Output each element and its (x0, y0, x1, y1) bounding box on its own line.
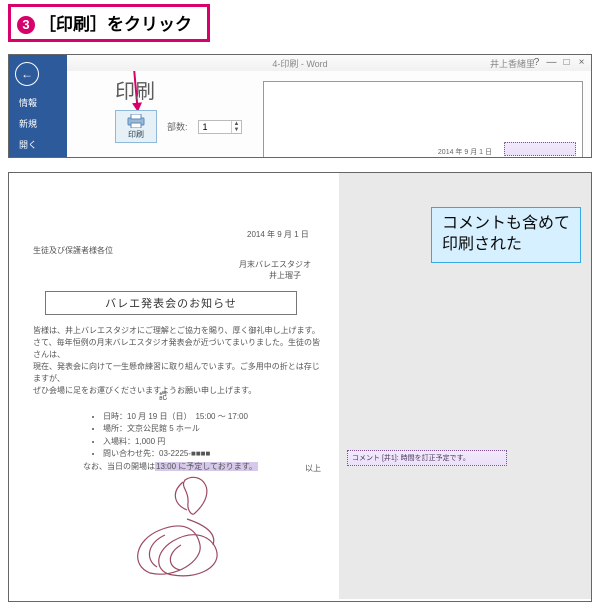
backstage-preview: 2014 年 9 月 1 日 (263, 81, 583, 158)
doc-record-item: 入場料：1,000 円 (103, 436, 258, 448)
doc-body-line: ぜひ会場に足をお運びくださいますようお願い申し上げます。 (33, 385, 323, 397)
result-note-line1: コメントも含めて (442, 214, 570, 235)
doc-record-highlight-line: なお、当日の開場は13:00 に予定しております。 (83, 461, 258, 473)
sidebar-item-new[interactable]: 新規 (9, 113, 67, 134)
print-button-label: 印刷 (118, 129, 154, 140)
doc-title: バレエ発表会のお知らせ (45, 291, 297, 315)
window-title: 4-印刷 - Word (272, 57, 327, 70)
doc-body-line: 皆様は、井上バレエスタジオにご理解とご協力を賜り、厚く御礼申し上げます。 (33, 325, 323, 337)
doc-record-item: 場所：文京公民館 5 ホール (103, 423, 258, 435)
help-icon[interactable]: ? (531, 57, 542, 68)
doc-body-line: さて、毎年恒例の月末バレエスタジオ発表会が近づいてまいりました。生徒の皆さんは、 (33, 337, 323, 361)
window-titlebar: 4-印刷 - Word 井上香緒里 ? — □ × (9, 55, 591, 71)
printed-page-frame: 2014 年 9 月 1 日 生徒及び保護者様各位 月末バレエスタジオ 井上瑠子… (8, 172, 592, 602)
copies-label: 部数: (167, 120, 188, 133)
step-text: ［印刷］をクリック (39, 15, 192, 34)
doc-highlighted-text: 13:00 に予定しております。 (155, 462, 258, 471)
spinner-down-icon[interactable]: ▼ (232, 127, 242, 133)
ballet-shoe-illustration (125, 475, 255, 585)
step-number-badge: 3 (17, 16, 35, 34)
result-note-line2: 印刷された (442, 235, 570, 256)
doc-recipient: 生徒及び保護者様各位 (33, 245, 113, 256)
backstage-main: 印刷 印刷 部数: 1 ▲ ▼ 2014 年 9 月 1 日 (67, 71, 591, 157)
preview-comment-bubble (504, 142, 576, 156)
doc-body: 皆様は、井上バレエスタジオにご理解とご協力を賜り、厚く御礼申し上げます。 さて、… (33, 325, 323, 397)
backstage-sidebar: ← 情報 新規 開く 上書き保存 (9, 55, 67, 157)
doc-highlight-lead: なお、当日の開場は (83, 462, 155, 471)
word-backstage: 4-印刷 - Word 井上香緒里 ? — □ × ← 情報 新規 開く 上書き… (8, 54, 592, 158)
close-icon[interactable]: × (576, 57, 587, 68)
doc-end-mark: 以上 (305, 463, 321, 474)
window-user: 井上香緒里 (490, 57, 535, 70)
doc-body-line: 現在、発表会に向けて一生懸命練習に取り組んでいます。ご多用中の折とは存じますが、 (33, 361, 323, 385)
result-note: コメントも含めて 印刷された (431, 207, 581, 263)
doc-sender-org: 月末バレエスタジオ (239, 259, 311, 270)
sidebar-item-info[interactable]: 情報 (9, 92, 67, 113)
back-arrow-icon: ← (21, 67, 33, 81)
doc-record-item: 問い合わせ先：03-2225-■■■■ (103, 448, 258, 460)
print-button[interactable]: 印刷 (115, 110, 157, 143)
copies-value: 1 (199, 121, 232, 133)
doc-record-list: 日時：10 月 19 日（日） 15:00 ～ 17:00 場所：文京公民館 5… (53, 411, 258, 473)
doc-record-header: 記 (159, 391, 167, 402)
doc-date: 2014 年 9 月 1 日 (247, 229, 309, 240)
preview-date: 2014 年 9 月 1 日 (438, 147, 492, 157)
sidebar-item-save[interactable]: 上書き保存 (9, 155, 67, 158)
step-callout: 3［印刷］をクリック (8, 4, 210, 42)
doc-record-item: 日時：10 月 19 日（日） 15:00 ～ 17:00 (103, 411, 258, 423)
back-button[interactable]: ← (15, 62, 39, 86)
maximize-icon[interactable]: □ (561, 57, 572, 68)
printer-icon (126, 114, 146, 128)
printed-comment-balloon: コメント [井1]: 時間を訂正予定です。 (347, 450, 507, 466)
copies-spinner[interactable]: 1 ▲ ▼ (198, 120, 243, 134)
doc-sender-name: 井上瑠子 (269, 270, 301, 281)
minimize-icon[interactable]: — (546, 57, 557, 68)
sidebar-item-open[interactable]: 開く (9, 134, 67, 155)
